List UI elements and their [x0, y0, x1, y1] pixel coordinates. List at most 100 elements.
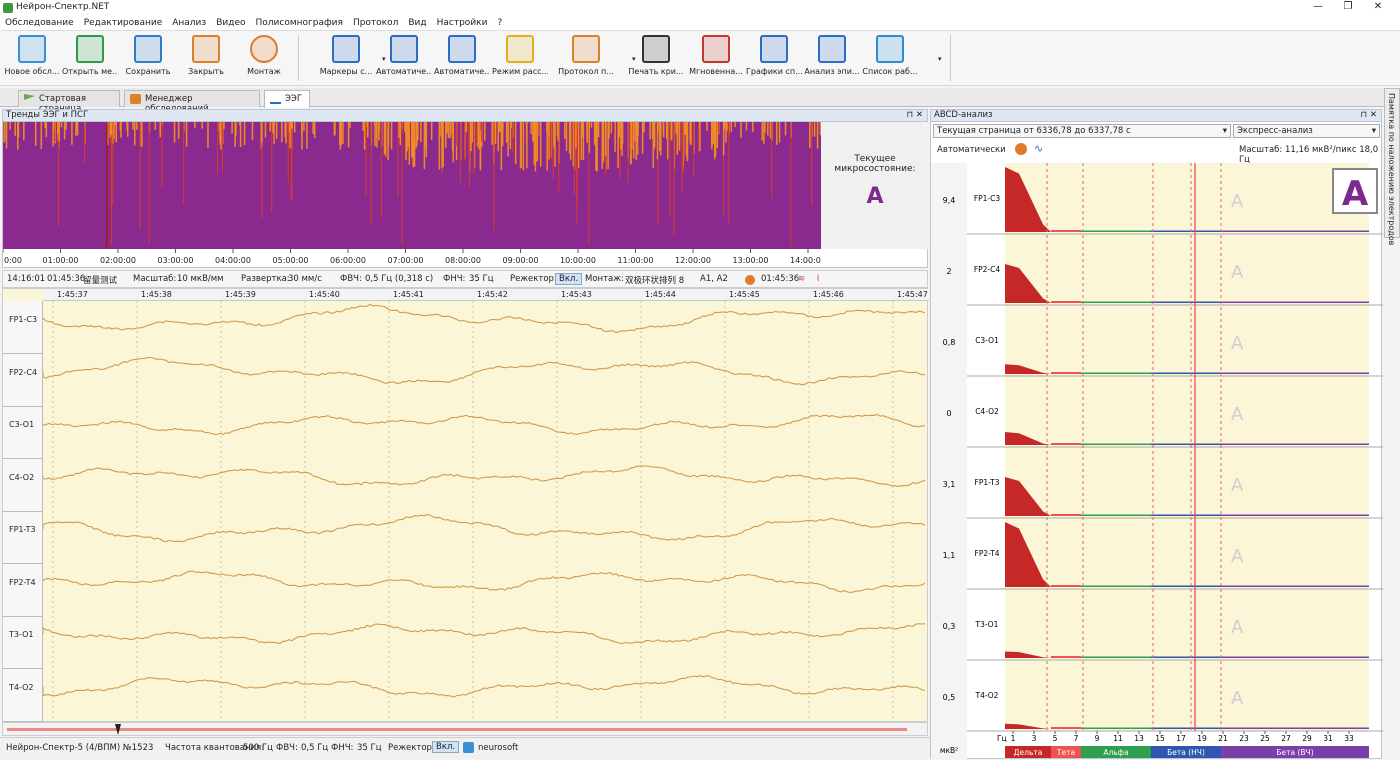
eeg-time-label: 1:45:39 [225, 290, 256, 299]
abcd-hz-unit: Гц [997, 734, 1007, 743]
timeline-scrollbar[interactable] [2, 722, 928, 736]
toolbar-button-7[interactable]: Автоматиче... [434, 35, 490, 85]
abcd-band-label: Бета (НЧ) [1167, 748, 1205, 757]
abcd-head-icon[interactable] [1015, 143, 1027, 155]
head-icon[interactable] [745, 275, 755, 285]
filter-icon[interactable]: ≋ [798, 274, 805, 284]
lead-labels: FP1-C3FP2-C4C3-O1C4-O2FP1-T3FP2-T4T3-O1T… [3, 301, 43, 723]
menu-protocol[interactable]: Протокол [348, 15, 403, 31]
test-label[interactable]: 留量测试 [83, 274, 117, 286]
trend-time-label: 08:00:00 [445, 256, 481, 265]
eeg-trace [43, 676, 925, 697]
tab-exam-manager[interactable]: Менеджер обследований [124, 90, 260, 107]
trend-spike [371, 122, 372, 224]
toolbar-button-5[interactable]: Маркеры с... [318, 35, 374, 85]
eeg-time-label: 1:45:37 [57, 290, 88, 299]
abcd-theta-line [1051, 443, 1081, 445]
toolbar-button-0[interactable]: Новое обсл... [4, 35, 60, 85]
minimize-button[interactable]: — [1305, 0, 1331, 15]
sweep-select[interactable]: 30 мм/с [288, 274, 322, 284]
abcd-chart[interactable]: 9,4FP1-C3A2FP2-C4A0,8C3-O1A0C4-O2A3,1FP1… [931, 163, 1383, 760]
menu-edit[interactable]: Редактирование [79, 15, 168, 31]
trend-spike [718, 122, 719, 133]
status-notch[interactable]: Вкл. [432, 741, 459, 753]
menu-polysomnography[interactable]: Полисомнография [251, 15, 348, 31]
auto-select[interactable]: Автоматически [937, 145, 1006, 155]
abcd-alpha-line [1081, 515, 1151, 517]
toolbar-button-11[interactable]: Мгновенна... [688, 35, 744, 85]
trend-spike [564, 122, 565, 123]
electrode-guide-tab[interactable]: Памятка по наложению электродов [1384, 88, 1400, 238]
trend-mark [294, 122, 296, 132]
abcd-beta-lf-line [1151, 728, 1221, 730]
eeg-traces[interactable] [43, 301, 927, 721]
trend-cursor [106, 122, 108, 249]
toolbar-dropdown-arrow[interactable]: ▾ [938, 55, 942, 63]
trend-mark [3, 122, 5, 143]
notch-toggle[interactable]: Вкл. [555, 273, 582, 285]
trend-spike [381, 122, 382, 218]
abcd-beta-lf-line [1151, 515, 1221, 517]
trend-time-label: 09:00:00 [503, 256, 539, 265]
trend-mark [725, 122, 727, 143]
menu-help[interactable]: ? [492, 15, 507, 31]
toolbar-button-2[interactable]: Сохранить [120, 35, 176, 85]
abcd-hz-label: 25 [1260, 734, 1270, 743]
current-time[interactable]: 01:45:36 [47, 274, 85, 284]
lead-divider [3, 668, 43, 669]
trend-mark [466, 122, 468, 132]
page-range-select[interactable]: Текущая страница от 6336,78 до 6337,78 с… [933, 124, 1231, 138]
abcd-alpha-line [1081, 728, 1151, 730]
toolbar-button-12[interactable]: Графики сп... [746, 35, 802, 85]
close-window-button[interactable]: ✕ [1365, 0, 1391, 15]
toolbar-button-9[interactable]: Протокол п... [558, 35, 614, 85]
spike-icon[interactable]: ⌇ [816, 274, 820, 284]
trend-mark [553, 122, 555, 147]
protocol-icon [572, 35, 600, 63]
reference-select[interactable]: A1, A2 [700, 274, 728, 284]
analysis-mode-select[interactable]: Экспресс-анализ▾ [1233, 124, 1380, 138]
trend-mark [510, 122, 512, 128]
toolbar-button-10[interactable]: Печать кри... [628, 35, 684, 85]
timeline-track[interactable] [7, 728, 907, 731]
trend-time-label: 05:00:00 [273, 256, 309, 265]
lpf-select[interactable]: 35 Гц [469, 274, 494, 284]
view-mode-icon [506, 35, 534, 63]
status-lpf: 35 Гц [357, 743, 382, 753]
menu-analysis[interactable]: Анализ [167, 15, 211, 31]
tab-eeg[interactable]: ЭЭГ [264, 90, 310, 108]
toolbar-dropdown-arrow[interactable]: ▾ [382, 55, 386, 63]
menu-settings[interactable]: Настройки [432, 15, 493, 31]
toolbar-button-8[interactable]: Режим расс... [492, 35, 548, 85]
eeg-view[interactable]: 1:45:371:45:381:45:391:45:401:45:411:45:… [2, 288, 928, 722]
trends-close-icon[interactable]: ⊓ ✕ [907, 110, 923, 121]
menu-view[interactable]: Вид [403, 15, 431, 31]
trend-mark [239, 122, 241, 125]
trend-spike [728, 122, 729, 224]
trend-spike [771, 122, 772, 198]
maximize-button[interactable]: ❐ [1335, 0, 1361, 15]
toolbar-button-4[interactable]: Монтаж [236, 35, 292, 85]
toolbar-button-3[interactable]: Закрыть [178, 35, 234, 85]
toolbar-button-14[interactable]: Список раб... [862, 35, 918, 85]
toolbar-button-13[interactable]: Анализ эпи... [804, 35, 860, 85]
menu-video[interactable]: Видео [211, 15, 250, 31]
menu-exam[interactable]: Обследование [0, 15, 79, 31]
toolbar-dropdown-arrow[interactable]: ▾ [632, 55, 636, 63]
trend-mark [540, 122, 542, 167]
eeg-trace [43, 571, 925, 593]
trend-mark [763, 122, 765, 144]
abcd-close-icon[interactable]: ⊓ ✕ [1361, 110, 1377, 121]
trend-mark [622, 122, 624, 144]
toolbar-button-1[interactable]: Открыть ме... [62, 35, 118, 85]
abcd-wave-icon[interactable]: ∿ [1034, 142, 1043, 155]
scale-select[interactable]: 10 мкВ/мм [177, 274, 224, 284]
trends-chart[interactable] [3, 122, 821, 249]
trend-mark [761, 122, 763, 141]
tab-start-page[interactable]: Стартовая страница [18, 90, 120, 107]
sweep-label: Развертка: [241, 274, 290, 284]
trend-mark [136, 122, 138, 130]
trend-mark [65, 122, 67, 130]
hpf-select[interactable]: 0,5 Гц (0,318 с) [365, 274, 433, 284]
montage-select[interactable]: 双极环状排列 8 [625, 274, 684, 286]
